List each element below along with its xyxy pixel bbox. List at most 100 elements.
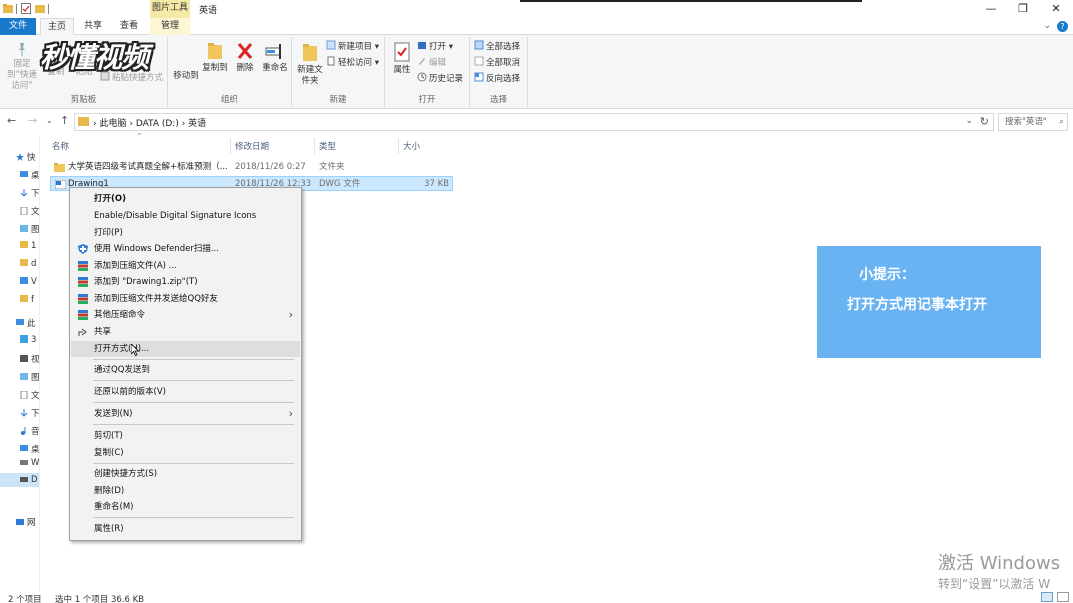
nav-item[interactable]: V: [20, 277, 39, 289]
chevron-down-icon[interactable]: ⌄: [965, 116, 973, 126]
folder-icon: [54, 163, 65, 172]
menu-item-add-zip[interactable]: 添加到 "Drawing1.zip"(T): [71, 274, 300, 290]
refresh-icon[interactable]: ↻: [980, 115, 989, 128]
up-arrow-icon[interactable]: ↑: [60, 114, 69, 127]
back-arrow-icon[interactable]: ←: [7, 114, 16, 127]
nav-item[interactable]: 视: [20, 353, 39, 365]
menu-item-open[interactable]: 打开(O): [71, 191, 300, 207]
nav-item[interactable]: f: [20, 295, 39, 307]
easy-access-button[interactable]: 轻松访问 ▾: [326, 56, 379, 70]
help-icon[interactable]: ?: [1057, 21, 1068, 32]
menu-item-delete[interactable]: 删除(D): [71, 483, 300, 499]
nav-item[interactable]: 3: [20, 335, 39, 347]
details-view-icon[interactable]: [1041, 592, 1053, 602]
nav-item[interactable]: 文: [20, 205, 39, 217]
archive-icon: [78, 294, 88, 304]
breadcrumb-drive[interactable]: DATA (D:): [136, 119, 179, 129]
menu-item-archive-send-qq[interactable]: 添加到压缩文件并发送给QQ好友: [71, 291, 300, 307]
nav-item[interactable]: d: [20, 259, 39, 271]
nav-item-this-pc[interactable]: 此: [16, 317, 36, 329]
menu-item-print[interactable]: 打印(P): [71, 225, 300, 241]
chevron-down-icon[interactable]: ⌄: [1043, 21, 1051, 31]
large-icons-view-icon[interactable]: [1057, 592, 1069, 602]
rename-button[interactable]: 重命名: [260, 41, 290, 74]
column-type[interactable]: 类型: [319, 140, 336, 152]
column-size[interactable]: 大小: [403, 140, 420, 152]
breadcrumb-this-pc[interactable]: 此电脑: [99, 119, 126, 129]
history-button[interactable]: 历史记录: [417, 72, 463, 86]
breadcrumb-current[interactable]: 英语: [188, 119, 206, 129]
nav-item[interactable]: 音: [20, 425, 39, 437]
nav-item-quick-access[interactable]: 快: [16, 151, 36, 163]
recent-chevron-icon[interactable]: ⌄: [46, 116, 53, 125]
drive-icon: [20, 460, 28, 465]
nav-item[interactable]: 图: [20, 223, 39, 235]
file-name: 大学英语四级考试真题全解+标准预测（...: [68, 162, 228, 172]
column-separator[interactable]: [314, 138, 315, 154]
copy-to-button[interactable]: 复制到: [200, 41, 230, 74]
archive-icon: [78, 277, 88, 287]
table-row[interactable]: 大学英语四级考试真题全解+标准预测（... 2018/11/26 0:27 文件…: [50, 160, 453, 175]
select-none-button[interactable]: 全部取消: [474, 56, 520, 70]
nav-item[interactable]: 桌: [20, 443, 39, 455]
tab-share[interactable]: 共享: [78, 18, 108, 35]
new-folder-button[interactable]: 新建文件夹: [294, 41, 326, 87]
edit-button[interactable]: 编辑: [417, 56, 446, 70]
network-icon: [16, 519, 24, 525]
computer-icon: [16, 319, 24, 325]
nav-item[interactable]: W: [20, 458, 39, 470]
nav-item-network[interactable]: 网: [16, 516, 36, 528]
nav-item[interactable]: 下: [20, 407, 39, 419]
overlay-strip: [520, 0, 862, 2]
delete-button[interactable]: 删除: [232, 41, 258, 74]
menu-item-add-archive[interactable]: 添加到压缩文件(A) ...: [71, 258, 300, 274]
tab-file[interactable]: 文件: [0, 18, 36, 35]
menu-item-create-shortcut[interactable]: 创建快捷方式(S): [71, 466, 300, 482]
nav-item[interactable]: 1: [20, 241, 39, 253]
select-all-button[interactable]: 全部选择: [474, 40, 520, 54]
menu-item-cut[interactable]: 剪切(T): [71, 428, 300, 444]
invert-selection-button[interactable]: 反向选择: [474, 72, 520, 86]
open-button[interactable]: 打开 ▾: [417, 40, 453, 54]
menu-item-restore-versions[interactable]: 还原以前的版本(V): [71, 384, 300, 400]
nav-item[interactable]: 桌: [20, 169, 39, 181]
new-folder-icon[interactable]: [35, 3, 45, 14]
menu-item-copy[interactable]: 复制(C): [71, 445, 300, 461]
folder-icon: [20, 277, 28, 284]
tab-home[interactable]: 主页: [40, 18, 74, 36]
forward-arrow-icon[interactable]: →: [28, 114, 37, 127]
menu-item-properties[interactable]: 属性(R): [71, 521, 300, 537]
tab-view[interactable]: 查看: [114, 18, 144, 35]
navigation-pane: 快 桌 下 文 图 1 d V f 此 3 视 图 文 下 音 桌 W D 网: [0, 136, 40, 591]
menu-item-send-to[interactable]: 发送到(N) ›: [71, 406, 300, 422]
nav-item-data-drive[interactable]: D: [20, 475, 39, 487]
nav-item[interactable]: 下: [20, 187, 39, 199]
document-icon: [20, 391, 28, 399]
address-bar[interactable]: › 此电脑 › DATA (D:) › 英语 ⌄ ↻: [74, 113, 994, 131]
minimize-button[interactable]: —: [976, 1, 1006, 17]
column-name[interactable]: 名称: [52, 140, 69, 152]
nav-item[interactable]: 图: [20, 371, 39, 383]
menu-item-digital-signature[interactable]: Enable/Disable Digital Signature Icons: [71, 208, 300, 224]
watermark-logo: 秒懂视频: [40, 41, 149, 74]
properties-button[interactable]: 属性: [389, 41, 415, 76]
windows-defender-icon: [78, 244, 88, 254]
maximize-button[interactable]: ❐: [1008, 1, 1038, 17]
menu-item-defender-scan[interactable]: 使用 Windows Defender扫描...: [71, 241, 300, 257]
column-separator[interactable]: [398, 138, 399, 154]
menu-item-rename[interactable]: 重命名(M): [71, 499, 300, 515]
pin-quick-access-button[interactable]: 固定到“快速访问”: [4, 41, 40, 92]
tab-manage[interactable]: 管理: [150, 18, 190, 35]
column-separator[interactable]: [230, 138, 231, 154]
properties-check-icon[interactable]: [21, 3, 31, 14]
menu-item-send-via-qq[interactable]: 通过QQ发送到: [71, 362, 300, 378]
move-to-button[interactable]: 移动到: [172, 71, 200, 82]
new-item-button[interactable]: 新建项目 ▾: [326, 40, 379, 54]
menu-item-other-compress[interactable]: 其他压缩命令 ›: [71, 307, 300, 323]
menu-item-share[interactable]: 共享: [71, 324, 300, 340]
nav-item[interactable]: 文: [20, 389, 39, 401]
close-button[interactable]: ✕: [1041, 1, 1071, 17]
menu-item-open-with[interactable]: 打开方式(H)...: [71, 341, 300, 357]
search-input[interactable]: 搜索"英语" ⌕: [998, 113, 1068, 131]
column-modified[interactable]: 修改日期: [235, 140, 269, 152]
